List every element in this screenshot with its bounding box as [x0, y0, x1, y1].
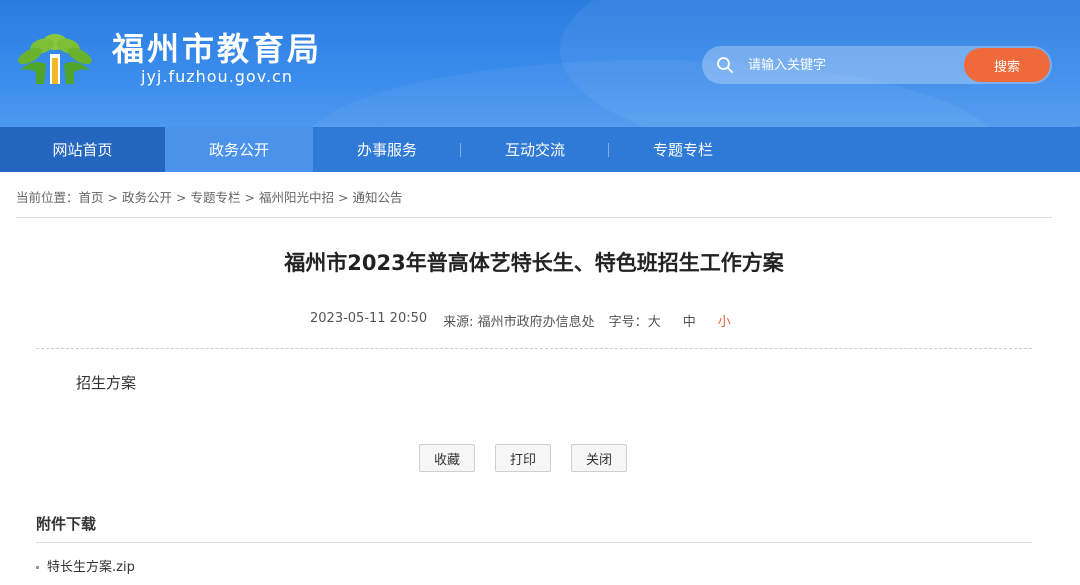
- font-size-label: 字号：: [608, 315, 648, 330]
- font-size-medium[interactable]: 中: [683, 311, 696, 330]
- breadcrumb-separator: >: [338, 190, 349, 205]
- breadcrumb-separator: >: [107, 190, 119, 205]
- nav-item-government-affairs[interactable]: 政务公开: [165, 127, 313, 172]
- breadcrumb-separator: >: [244, 190, 256, 205]
- print-button[interactable]: 打印: [495, 444, 552, 472]
- fuzhou-education-logo-icon[interactable]: [14, 24, 96, 88]
- breadcrumb-link-government-affairs[interactable]: 政务公开: [122, 190, 172, 205]
- font-size-large[interactable]: 大: [648, 311, 661, 330]
- divider: [36, 542, 1032, 543]
- breadcrumb-separator: >: [176, 190, 187, 205]
- search-button[interactable]: 搜索: [964, 48, 1050, 82]
- nav-item-home[interactable]: 网站首页: [0, 127, 165, 172]
- favorite-button[interactable]: 收藏: [419, 444, 476, 472]
- breadcrumb-prefix: 当前位置：: [16, 190, 79, 205]
- search-box: 搜索: [702, 46, 1052, 84]
- search-input[interactable]: [748, 52, 948, 78]
- article-meta: 2023-05-11 20:50 来源: 福州市政府办信息处 字号： 大 中 小: [310, 311, 731, 330]
- breadcrumb: 当前位置：首页 > 政务公开 > 专题专栏 > 福州阳光中招 > 通知公告: [16, 187, 407, 206]
- search-icon: [717, 57, 733, 73]
- nav-item-interaction[interactable]: 互动交流: [461, 127, 609, 172]
- article-source: 来源: 福州市政府办信息处: [443, 315, 595, 330]
- main-nav: 网站首页 政务公开 办事服务 互动交流 专题专栏: [0, 127, 1080, 172]
- site-domain: jyj.fuzhou.gov.cn: [141, 67, 293, 86]
- nav-item-label: 互动交流: [504, 141, 565, 159]
- dashed-divider: [36, 348, 1032, 349]
- breadcrumb-link-notices[interactable]: 通知公告: [353, 190, 403, 205]
- close-button[interactable]: 关闭: [571, 444, 628, 472]
- breadcrumb-link-home[interactable]: 首页: [79, 190, 104, 205]
- nav-item-special-topics[interactable]: 专题专栏: [609, 127, 757, 172]
- article-actions: 收藏 打印 关闭: [419, 444, 647, 472]
- attachments-heading: 附件下载: [36, 515, 97, 533]
- font-size-small[interactable]: 小: [718, 311, 731, 330]
- site-header: 福州市教育局 jyj.fuzhou.gov.cn 搜索: [0, 0, 1080, 127]
- content-heading: 招生方案: [76, 374, 137, 392]
- article-datetime: 2023-05-11 20:50: [310, 311, 428, 326]
- nav-item-label: 办事服务: [356, 141, 417, 159]
- site-title[interactable]: 福州市教育局: [112, 24, 322, 70]
- breadcrumb-link-sunshine-enrollment[interactable]: 福州阳光中招: [259, 190, 334, 205]
- nav-item-services[interactable]: 办事服务: [313, 127, 461, 172]
- divider: [16, 217, 1052, 218]
- bullet-icon: [36, 566, 39, 569]
- article-title: 福州市2023年普高体艺特长生、特色班招生工作方案: [284, 251, 784, 275]
- breadcrumb-link-special-topics[interactable]: 专题专栏: [191, 190, 241, 205]
- attachment-link[interactable]: 特长生方案.zip: [36, 556, 135, 575]
- attachment-filename: 特长生方案.zip: [47, 560, 135, 575]
